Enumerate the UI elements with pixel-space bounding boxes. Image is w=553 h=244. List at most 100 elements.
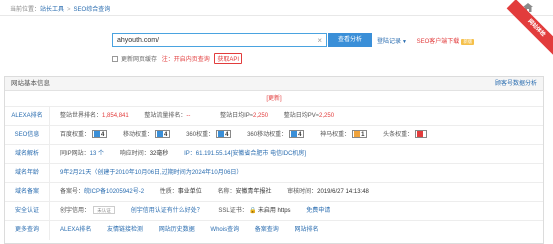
- row-body-more: ALEXA排名 友情链接检测 网站历史数据 Whois查询 备案查询 网站排名: [60, 221, 318, 240]
- trust-label: 创宇信用：: [60, 208, 91, 214]
- search-input[interactable]: [117, 35, 307, 46]
- s360-mobile-weight-badge[interactable]: 4: [289, 130, 305, 139]
- search-box: ×: [112, 33, 327, 47]
- header-links: 登陆记录▼ SEO客户端下载 新版: [377, 36, 475, 45]
- row-domain-age: 域名年龄 9年2月21天（创建于2010年10月06日,过期时间为2024年10…: [5, 164, 543, 183]
- s360-weight-value: 4: [225, 132, 229, 139]
- client-download-link[interactable]: SEO客户端下载: [417, 39, 460, 45]
- shenma-weight-label: 神马权重：: [320, 132, 351, 138]
- login-record-link[interactable]: 登陆记录: [377, 39, 401, 45]
- beian-time-value: 2019/6/27 14:13:48: [317, 189, 369, 195]
- row-label-seo[interactable]: SEO信息: [5, 126, 50, 144]
- panel-more-link[interactable]: 顾客号数据分析: [495, 77, 537, 91]
- search-button[interactable]: 查看分析: [328, 33, 372, 47]
- row-label-domain-age[interactable]: 域名年龄: [5, 164, 50, 182]
- mobile-weight-value: 4: [164, 132, 168, 139]
- more-link-alexa[interactable]: ALEXA排名: [60, 227, 91, 233]
- baidu-icon: [94, 131, 101, 138]
- daily-ip-value: 2,250: [253, 113, 269, 119]
- beian-no-value[interactable]: 皖ICP备10205942号-2: [84, 189, 144, 195]
- row-security: 安全认证 创宇信用： 未认证 创宇信用认证有什么好处？ SSL证书： 🔒未启用 h…: [5, 202, 543, 221]
- row-body-seo: 百度权重： 4 移动权重： 4 360权重： 4 360移动权重： 4 神马权重： 1 头…: [60, 126, 428, 144]
- lock-icon: 🔒: [249, 208, 257, 214]
- basic-info-panel: 网站基本信息 顾客号数据分析 [更新] ALEXA排名 整站世界排名：1,854…: [4, 76, 544, 244]
- domain-age-text[interactable]: 9年2月21天（创建于2010年10月06日,过期时间为2024年10月06日）: [60, 170, 242, 176]
- row-label-more[interactable]: 更多查询: [5, 221, 50, 240]
- toutiao-icon: [417, 131, 424, 138]
- more-link-history[interactable]: 网站历史数据: [159, 227, 195, 233]
- update-cache-checkbox[interactable]: [112, 56, 118, 62]
- more-link-whois[interactable]: Whois查询: [210, 227, 239, 233]
- row-body-domain-age: 9年2月21天（创建于2010年10月06日,过期时间为2024年10月06日）: [60, 164, 242, 182]
- row-label-security[interactable]: 安全认证: [5, 202, 50, 220]
- row-body-beian: 备案号：皖ICP备10205942号-2 性质：事业单位 名称：安徽青年报社 审…: [60, 183, 369, 201]
- shenma-icon: [354, 131, 361, 138]
- s360-mobile-weight-value: 4: [298, 132, 302, 139]
- update-cache-label[interactable]: 更新网页缓存: [121, 57, 157, 63]
- breadcrumb-item-seo[interactable]: SEO综合查询: [74, 7, 111, 13]
- options-row: 更新网页缓存 注：开启内页查询 获取API: [112, 53, 243, 64]
- row-label-alexa[interactable]: ALEXA排名: [5, 107, 50, 125]
- row-label-beian[interactable]: 域名备案: [5, 183, 50, 201]
- world-rank-label: 整站世界排名：: [60, 113, 103, 119]
- new-tag: 新版: [461, 39, 475, 45]
- ssl-apply-link[interactable]: 免费申请: [306, 208, 330, 214]
- daily-pv-label: 整站日均PV≈: [283, 113, 320, 119]
- baidu-weight-value: 4: [101, 132, 105, 139]
- response-time-value: 32毫秒: [149, 151, 169, 157]
- chevron-down-icon[interactable]: ▼: [402, 39, 407, 45]
- row-beian: 域名备案 备案号：皖ICP备10205942号-2 性质：事业单位 名称：安徽青…: [5, 183, 543, 202]
- more-link-rank[interactable]: 网站排名: [294, 227, 318, 233]
- update-line: [更新]: [5, 91, 543, 107]
- row-body-security: 创宇信用： 未认证 创宇信用认证有什么好处？ SSL证书： 🔒未启用 https …: [60, 202, 330, 220]
- traffic-rank-label: 整站流量排名：: [144, 113, 187, 119]
- toutiao-weight-label: 头条权重：: [383, 132, 414, 138]
- baidu-weight-label: 百度权重：: [60, 132, 91, 138]
- beian-name-value: 安徽青年报社: [235, 189, 272, 195]
- row-body-alexa: 整站世界排名：1,854,841 整站流量排名：-- 整站日均IP≈2,250 …: [60, 107, 334, 125]
- trust-benefit-link[interactable]: 创宇信用认证有什么好处？: [131, 208, 203, 214]
- row-label-domain-parse[interactable]: 域名解析: [5, 145, 50, 163]
- ssl-label: SSL证书：: [218, 208, 248, 214]
- panel-header: 网站基本信息 顾客号数据分析: [5, 77, 543, 91]
- https-status: 未启用 https: [257, 208, 291, 214]
- same-ip-value[interactable]: 13 个: [90, 151, 104, 157]
- response-time-label: 响应时间：: [119, 151, 150, 157]
- shenma-weight-value: 1: [361, 132, 365, 139]
- more-link-friendlink[interactable]: 友情链接检测: [107, 227, 143, 233]
- beian-no-label: 备案号：: [60, 189, 85, 195]
- inner-page-note[interactable]: 注：开启内页查询: [162, 57, 210, 63]
- traffic-rank-value: --: [186, 113, 191, 119]
- mobile-weight-badge[interactable]: 4: [155, 130, 171, 139]
- row-body-domain-parse: 同IP网站：13 个 响应时间：32毫秒 IP：61.191.55.14[安徽省…: [60, 145, 306, 163]
- shenma-weight-badge[interactable]: 1: [352, 130, 368, 139]
- breadcrumb-item-tools[interactable]: 站长工具: [40, 7, 64, 13]
- baidu-mobile-icon: [157, 131, 164, 138]
- ip-info[interactable]: IP：61.191.55.14[安徽省合肥市 电信IDC机房]: [184, 151, 306, 157]
- breadcrumb-separator: >: [67, 7, 71, 13]
- panel-title: 网站基本信息: [11, 80, 50, 87]
- row-seo: SEO信息 百度权重： 4 移动权重： 4 360权重： 4 360移动权重： 4 神马…: [5, 126, 543, 145]
- beian-nature-value: 事业单位: [177, 189, 202, 195]
- get-api-button[interactable]: 获取API: [214, 53, 243, 64]
- so360-mobile-icon: [291, 131, 298, 138]
- more-link-beian[interactable]: 备案查询: [255, 227, 279, 233]
- s360-weight-label: 360权重：: [186, 132, 215, 138]
- same-ip-label: 同IP网站：: [60, 151, 90, 157]
- row-domain-parse: 域名解析 同IP网站：13 个 响应时间：32毫秒 IP：61.191.55.1…: [5, 145, 543, 164]
- beian-time-label: 审核时间：: [287, 189, 318, 195]
- s360-weight-badge[interactable]: 4: [216, 130, 232, 139]
- baidu-weight-badge[interactable]: 4: [92, 130, 108, 139]
- world-rank-value[interactable]: 1,854,841: [102, 113, 129, 119]
- trust-logo[interactable]: 未认证: [93, 206, 116, 215]
- update-link[interactable]: [更新]: [266, 96, 281, 102]
- mobile-weight-label: 移动权重：: [123, 132, 154, 138]
- toutiao-weight-badge[interactable]: [415, 130, 428, 139]
- s360-mobile-weight-label: 360移动权重：: [247, 132, 288, 138]
- top-bar: 当前位置：站长工具 > SEO综合查询: [0, 0, 553, 16]
- daily-ip-label: 整站日均IP≈: [220, 113, 254, 119]
- beian-name-label: 名称：: [217, 189, 236, 195]
- breadcrumb-prefix: 当前位置：: [10, 7, 41, 13]
- breadcrumb: 当前位置：站长工具 > SEO综合查询: [10, 4, 110, 13]
- clear-icon[interactable]: ×: [317, 36, 322, 45]
